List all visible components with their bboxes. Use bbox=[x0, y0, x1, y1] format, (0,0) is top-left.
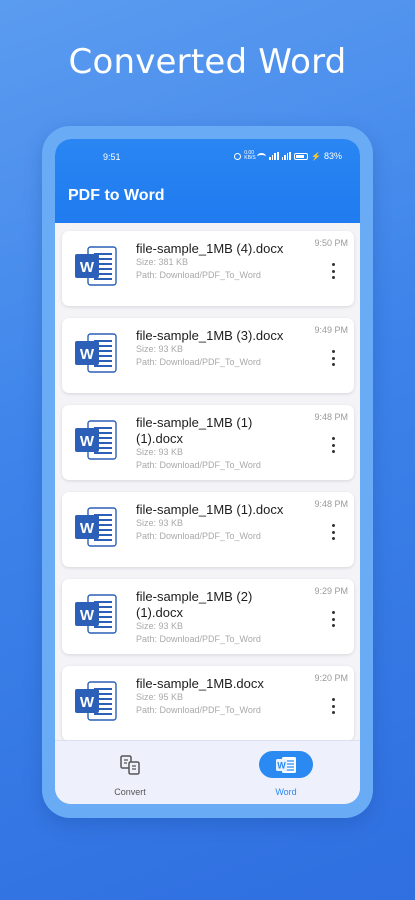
word-file-icon: W bbox=[75, 507, 117, 547]
word-file-icon: W bbox=[75, 333, 117, 373]
file-time: 9:48 PM bbox=[314, 499, 348, 509]
file-size: Size: 93 KB bbox=[136, 447, 184, 457]
file-card[interactable]: W file-sample_1MB (2) (1).docx Size: 93 … bbox=[62, 579, 354, 654]
svg-text:W: W bbox=[80, 520, 95, 537]
file-path: Path: Download/PDF_To_Word bbox=[136, 634, 261, 644]
file-name: file-sample_1MB (4).docx bbox=[136, 241, 284, 256]
status-time: 9:51 bbox=[103, 152, 121, 162]
svg-text:W: W bbox=[80, 607, 95, 624]
app-screen: 9:51 0.00 KB/S ⚡ 83% PDF to Word W file-… bbox=[55, 139, 360, 804]
file-size: Size: 93 KB bbox=[136, 518, 184, 528]
file-path: Path: Download/PDF_To_Word bbox=[136, 357, 261, 367]
app-title: PDF to Word bbox=[68, 187, 165, 204]
nav-word[interactable]: W Word bbox=[231, 751, 341, 797]
file-name: file-sample_1MB (1).docx bbox=[136, 502, 284, 517]
status-bar: 9:51 0.00 KB/S ⚡ 83% bbox=[55, 151, 360, 165]
svg-text:W: W bbox=[80, 259, 95, 276]
nav-convert[interactable]: Convert bbox=[75, 751, 185, 797]
charging-icon: ⚡ bbox=[311, 151, 321, 161]
nav-convert-label: Convert bbox=[114, 787, 146, 797]
network-speed: 0.00 KB/S bbox=[244, 150, 256, 161]
word-icon: W bbox=[276, 756, 296, 773]
file-path: Path: Download/PDF_To_Word bbox=[136, 705, 261, 715]
file-size: Size: 381 KB bbox=[136, 257, 189, 267]
status-icons: 0.00 KB/S ⚡ 83% bbox=[234, 151, 342, 161]
svg-text:W: W bbox=[80, 346, 95, 363]
file-size: Size: 93 KB bbox=[136, 344, 184, 354]
promo-title: Converted Word bbox=[68, 42, 347, 82]
more-vertical-icon[interactable] bbox=[330, 611, 336, 627]
convert-icon bbox=[120, 754, 140, 775]
wifi-icon bbox=[257, 152, 267, 160]
file-card[interactable]: W file-sample_1MB.docx Size: 95 KB Path:… bbox=[62, 666, 354, 741]
more-vertical-icon[interactable] bbox=[330, 350, 336, 366]
more-vertical-icon[interactable] bbox=[330, 437, 336, 453]
file-name: file-sample_1MB (2) (1).docx bbox=[136, 589, 253, 620]
file-name: file-sample_1MB (1) (1).docx bbox=[136, 415, 253, 446]
svg-text:W: W bbox=[80, 433, 95, 450]
file-card[interactable]: W file-sample_1MB (4).docx Size: 381 KB … bbox=[62, 231, 354, 306]
file-path: Path: Download/PDF_To_Word bbox=[136, 270, 261, 280]
alarm-icon bbox=[234, 152, 242, 160]
battery-percent: 83% bbox=[323, 151, 342, 161]
file-path: Path: Download/PDF_To_Word bbox=[136, 460, 261, 470]
file-size: Size: 95 KB bbox=[136, 692, 184, 702]
file-time: 9:50 PM bbox=[314, 238, 348, 248]
word-file-icon: W bbox=[75, 420, 117, 460]
word-file-icon: W bbox=[75, 594, 117, 634]
signal-icon-2 bbox=[281, 152, 292, 160]
file-time: 9:20 PM bbox=[314, 673, 348, 683]
signal-icon bbox=[269, 152, 279, 160]
file-path: Path: Download/PDF_To_Word bbox=[136, 531, 261, 541]
battery-icon bbox=[294, 152, 309, 160]
more-vertical-icon[interactable] bbox=[330, 524, 336, 540]
bottom-nav: Convert W Word bbox=[55, 740, 360, 804]
file-card[interactable]: W file-sample_1MB (1) (1).docx Size: 93 … bbox=[62, 405, 354, 480]
svg-text:W: W bbox=[277, 760, 286, 770]
more-vertical-icon[interactable] bbox=[330, 263, 336, 279]
more-vertical-icon[interactable] bbox=[330, 698, 336, 714]
file-card[interactable]: W file-sample_1MB (3).docx Size: 93 KB P… bbox=[62, 318, 354, 393]
file-card[interactable]: W file-sample_1MB (1).docx Size: 93 KB P… bbox=[62, 492, 354, 567]
file-time: 9:49 PM bbox=[314, 325, 348, 335]
word-file-icon: W bbox=[75, 246, 117, 286]
word-file-icon: W bbox=[75, 681, 117, 721]
file-size: Size: 93 KB bbox=[136, 621, 184, 631]
phone-frame: 9:51 0.00 KB/S ⚡ 83% PDF to Word W file-… bbox=[42, 126, 373, 818]
nav-word-active-pill: W bbox=[259, 751, 313, 778]
file-name: file-sample_1MB (3).docx bbox=[136, 328, 284, 343]
file-time: 9:29 PM bbox=[314, 586, 348, 596]
app-bar: 9:51 0.00 KB/S ⚡ 83% PDF to Word bbox=[55, 139, 360, 223]
file-name: file-sample_1MB.docx bbox=[136, 676, 264, 691]
file-time: 9:48 PM bbox=[314, 412, 348, 422]
svg-text:W: W bbox=[80, 694, 95, 711]
nav-word-label: Word bbox=[275, 787, 297, 797]
